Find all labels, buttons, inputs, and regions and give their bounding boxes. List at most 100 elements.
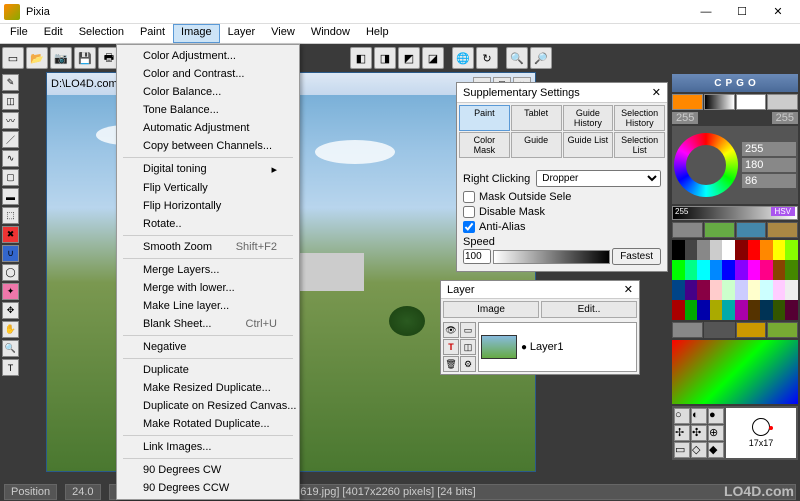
menu-item[interactable]: Merge Layers... [119,261,297,279]
palette-swatch[interactable] [710,260,723,280]
brush-preview[interactable]: 17x17 [726,408,796,458]
menu-window[interactable]: Window [303,24,358,43]
palette-swatch[interactable] [748,260,761,280]
menu-help[interactable]: Help [358,24,397,43]
close-button[interactable]: ✕ [760,2,796,22]
menu-item[interactable]: 90 Degrees CW [119,461,297,479]
mode-b-icon[interactable] [767,94,798,110]
wand-tool-icon[interactable]: ✦ [2,283,19,300]
menu-item[interactable]: Color Balance... [119,83,297,101]
globe-icon[interactable]: 🌐 [452,47,474,69]
palette-swatch[interactable] [722,260,735,280]
menu-item[interactable]: Make Resized Duplicate... [119,379,297,397]
red-tool-icon[interactable]: ✖ [2,226,19,243]
palette-swatch[interactable] [760,300,773,320]
menu-paint[interactable]: Paint [132,24,173,43]
menu-item[interactable]: Flip Horizontally [119,197,297,215]
palette-swatch[interactable] [710,280,723,300]
move-tool-icon[interactable]: ✥ [2,302,19,319]
palette-swatch[interactable] [722,300,735,320]
layer-tool-del-icon[interactable]: 🗑 [443,356,459,372]
palette-swatch[interactable] [672,300,685,320]
menu-item[interactable]: Automatic Adjustment [119,119,297,137]
eraser-tool-icon[interactable]: ◫ [2,93,19,110]
open-file-icon[interactable]: 📂 [26,47,48,69]
menu-item[interactable]: 90 Degrees CCW [119,479,297,497]
palette-swatch[interactable] [760,240,773,260]
layer-tool-opt-icon[interactable]: ⚙ [460,356,476,372]
palette-swatch[interactable] [697,240,710,260]
palette-swatch[interactable] [735,260,748,280]
menu-edit[interactable]: Edit [36,24,71,43]
menu-item[interactable]: Link Images... [119,438,297,456]
value-slider[interactable]: 255 HSV [672,206,798,220]
menu-item[interactable]: Duplicate on Resized Canvas... [119,397,297,415]
rgb-picker[interactable] [672,340,798,404]
refresh-icon[interactable]: ↻ [476,47,498,69]
supp-tab[interactable]: Guide [511,132,562,158]
layer-dialog-titlebar[interactable]: Layer ✕ [441,281,639,299]
magnet-tool-icon[interactable]: ∪ [2,245,19,262]
menu-item[interactable]: Make Line layer... [119,297,297,315]
menu-item[interactable]: Color and Contrast... [119,65,297,83]
menu-item[interactable]: Tone Balance... [119,101,297,119]
palette-swatch[interactable] [697,280,710,300]
palette-swatch[interactable] [760,260,773,280]
palette-swatch[interactable] [785,240,798,260]
menu-layer[interactable]: Layer [220,24,264,43]
palette-swatch[interactable] [685,240,698,260]
layer-list[interactable]: ● Layer1 [478,322,637,372]
save-icon[interactable]: 💾 [74,47,96,69]
palette-swatch[interactable] [748,280,761,300]
palette-swatch[interactable] [697,260,710,280]
supp-checkbox[interactable] [463,206,475,218]
supp-tab[interactable]: Paint [459,105,510,131]
menu-item[interactable]: Make Rotated Duplicate... [119,415,297,433]
brush-opt-8-icon[interactable]: ◇ [691,442,707,458]
layer-tool-dup-icon[interactable]: ◫ [460,339,476,355]
palette-swatch[interactable] [722,240,735,260]
layer-tool-new-icon[interactable]: ▭ [460,322,476,338]
fastest-button[interactable]: Fastest [612,248,661,265]
palette-swatch[interactable] [773,260,786,280]
layer-tab-image[interactable]: Image [443,301,539,318]
tool-b-icon[interactable]: ◨ [374,47,396,69]
right-click-select[interactable]: Dropper [536,170,661,187]
panel-header-letter[interactable]: O [748,78,756,89]
text-tool-icon[interactable]: T [2,359,19,376]
supp-tab[interactable]: Tablet [511,105,562,131]
layer-tool-eye-icon[interactable]: 👁 [443,322,459,338]
swatch-icon[interactable] [672,94,703,110]
brush-opt-2-icon[interactable]: ◐ [691,408,707,424]
palette-swatch[interactable] [672,260,685,280]
menu-item[interactable]: Copy between Channels... [119,137,297,155]
palette-swatch[interactable] [785,260,798,280]
menu-selection[interactable]: Selection [71,24,132,43]
shape-tool-icon[interactable]: ▢ [2,169,19,186]
brush-opt-1-icon[interactable]: ○ [674,408,690,424]
panel-header-letter[interactable]: G [736,78,744,89]
menu-item[interactable]: Smooth ZoomShift+F2 [119,238,297,256]
palette-swatch[interactable] [672,240,685,260]
menu-item[interactable]: Duplicate [119,361,297,379]
palette-swatch[interactable] [773,240,786,260]
zoom-tool-icon[interactable]: 🔍 [2,340,19,357]
palette-swatch[interactable] [785,300,798,320]
menu-item[interactable]: Merge with lower... [119,279,297,297]
supp-tab[interactable]: Selection List [614,132,665,158]
tool-a-icon[interactable]: ◧ [350,47,372,69]
supp-tab[interactable]: Guide List [563,132,614,158]
menu-view[interactable]: View [263,24,303,43]
line-tool-icon[interactable]: ／ [2,131,19,148]
hand-tool-icon[interactable]: ✋ [2,321,19,338]
brush-opt-7-icon[interactable]: ▭ [674,442,690,458]
minimize-button[interactable]: — [688,2,724,22]
brush-opt-6-icon[interactable]: ⊕ [708,425,724,441]
brush-opt-5-icon[interactable]: ✣ [691,425,707,441]
palette-swatch[interactable] [760,280,773,300]
menu-item[interactable]: Color Adjustment... [119,47,297,65]
curve-tool-icon[interactable]: ∿ [2,150,19,167]
texture-c-icon[interactable] [736,222,767,238]
new-file-icon[interactable]: ▭ [2,47,24,69]
brush-opt-3-icon[interactable]: ● [708,408,724,424]
